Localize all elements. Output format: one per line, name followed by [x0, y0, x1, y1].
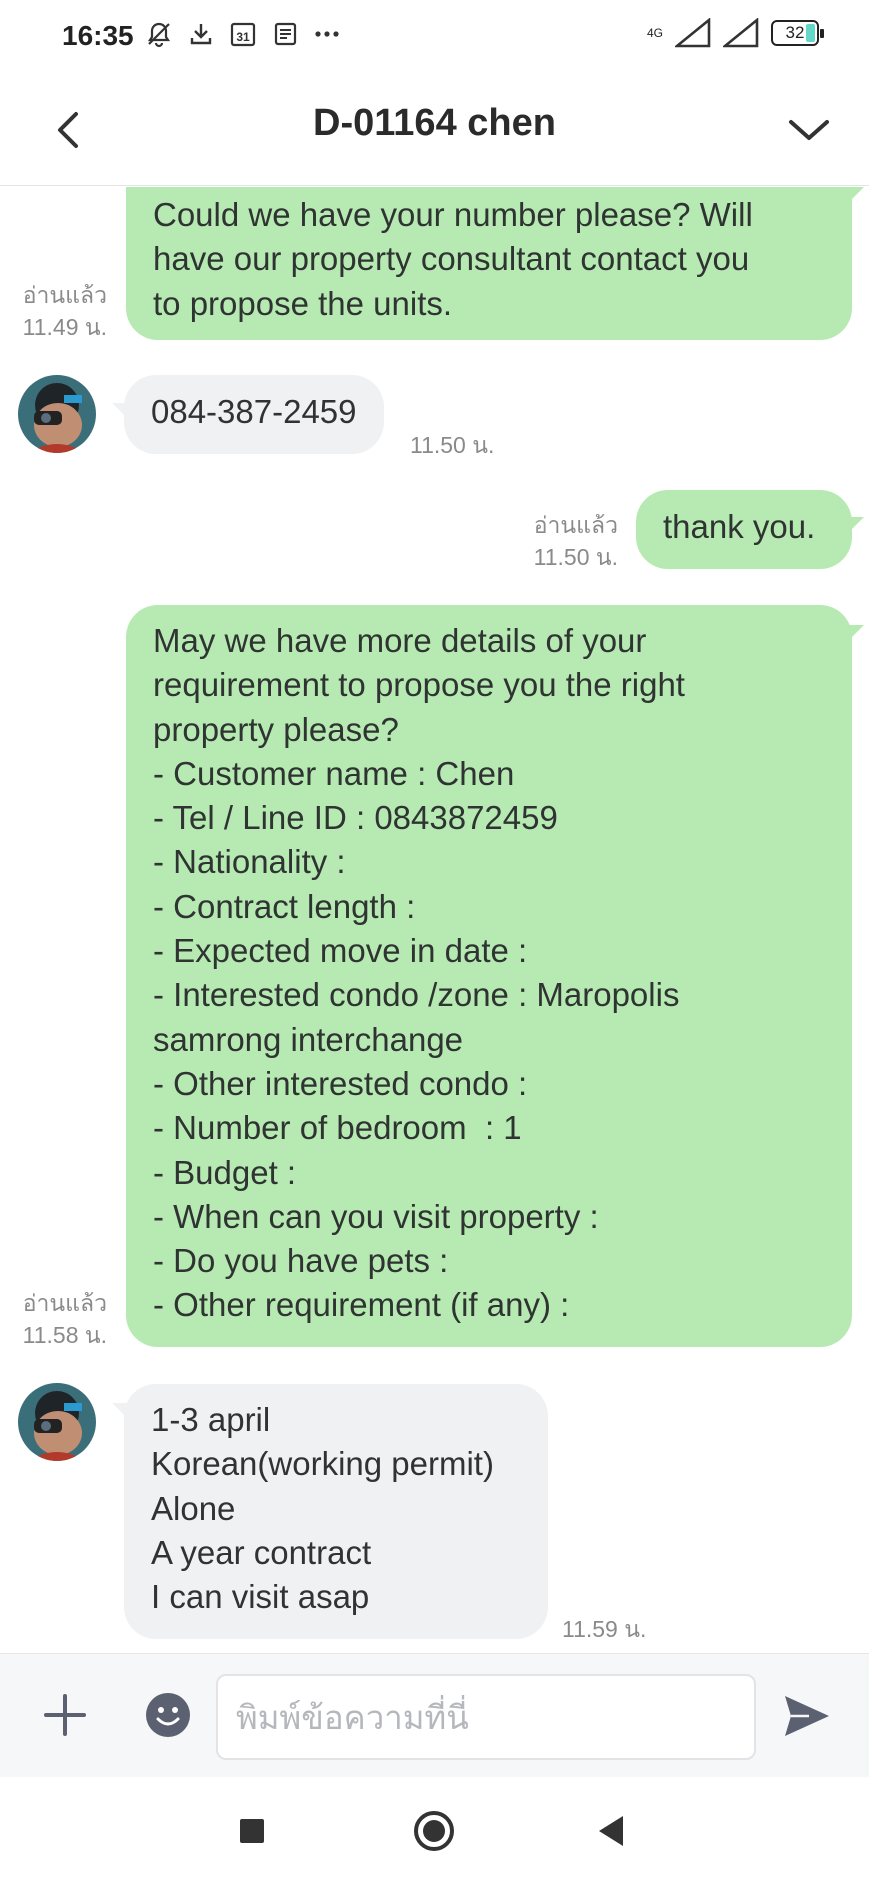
more-dots-icon — [315, 31, 339, 37]
status-time: 16:35 — [62, 20, 134, 51]
message-meta: อ่านแล้ว 11.50 น. — [534, 509, 618, 573]
recents-square-icon[interactable] — [229, 1808, 275, 1854]
mute-icon — [147, 22, 171, 48]
bubble-tail — [846, 625, 864, 643]
emoji-icon[interactable] — [144, 1691, 192, 1739]
calendar-icon: 31 — [230, 22, 256, 47]
chat-title: D-01164 chen — [313, 102, 556, 144]
message-time: 11.58 น. — [22, 1322, 107, 1348]
status-bar: 16:35 31 4G 32 — [0, 0, 869, 78]
avatar-image — [18, 375, 96, 453]
message-bubble-outgoing[interactable]: thank you. — [636, 490, 852, 569]
chat-header: D-01164 chen — [0, 78, 869, 186]
signal-icon-2 — [723, 18, 759, 48]
message-time: 11.59 น. — [562, 1616, 647, 1642]
network-type-label: 4G — [646, 26, 663, 40]
message-bubble-incoming[interactable]: 1-3 april Korean(working permit) Alone A… — [124, 1384, 548, 1639]
message-input-bar — [0, 1653, 869, 1777]
message-bubble-outgoing[interactable]: May we have more details of your require… — [126, 605, 852, 1347]
avatar[interactable] — [18, 375, 96, 453]
plus-icon[interactable] — [40, 1690, 90, 1740]
news-icon — [274, 22, 297, 46]
message-meta: อ่านแล้ว 11.58 น. — [23, 1287, 107, 1351]
message-time: 11.50 น. — [533, 544, 618, 570]
message-meta: อ่านแล้ว 11.49 น. — [23, 279, 107, 343]
avatar[interactable] — [18, 1383, 96, 1461]
message-input[interactable] — [216, 1674, 756, 1760]
system-nav-bar — [0, 1778, 869, 1883]
message-bubble-outgoing[interactable]: Could we have your number please? Will h… — [126, 187, 852, 340]
status-system-icons: 4G 32 — [646, 18, 824, 48]
home-circle-icon[interactable] — [411, 1808, 457, 1854]
read-status: อ่านแล้ว — [22, 282, 107, 308]
read-status: อ่านแล้ว — [22, 1290, 107, 1316]
svg-text:31: 31 — [236, 30, 250, 44]
message-bubble-incoming[interactable]: 084-387-2459 — [124, 375, 384, 454]
chevron-down-icon[interactable] — [779, 100, 839, 160]
send-icon[interactable] — [781, 1690, 833, 1742]
bubble-tail — [846, 517, 864, 535]
read-status: อ่านแล้ว — [533, 512, 618, 538]
download-icon — [190, 24, 212, 45]
message-time: 11.49 น. — [22, 314, 107, 340]
signal-icon — [675, 18, 711, 48]
status-notification-icons: 31 — [145, 20, 341, 48]
message-time: 11.50 น. — [410, 432, 495, 458]
avatar-image — [18, 1383, 96, 1461]
battery-level: 32 — [785, 23, 805, 42]
battery-icon: 32 — [771, 20, 824, 46]
back-triangle-icon[interactable] — [589, 1808, 635, 1854]
chat-messages[interactable]: Could we have your number please? Will h… — [0, 187, 869, 1653]
